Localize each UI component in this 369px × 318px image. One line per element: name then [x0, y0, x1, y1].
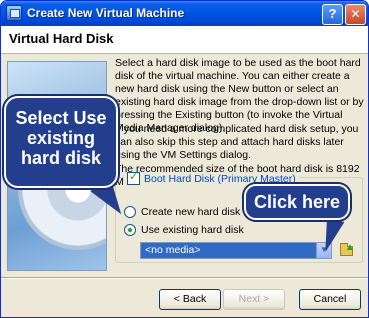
page-header: Virtual Hard Disk [1, 26, 368, 54]
radio-label: Create new hard disk [141, 206, 241, 218]
page-title: Virtual Hard Disk [9, 31, 114, 46]
radio-create-new[interactable]: Create new hard disk [124, 206, 240, 218]
window-title: Create New Virtual Machine [27, 6, 185, 20]
app-icon [6, 5, 22, 21]
next-button[interactable]: Next > [223, 289, 285, 310]
back-button[interactable]: < Back [159, 289, 221, 310]
description-paragraph-2: If you need a more complicated hard disk… [115, 123, 359, 161]
cancel-button[interactable]: Cancel [299, 289, 361, 310]
arrow-up-icon: ▲ [345, 242, 355, 253]
callout-click-here: Click here [244, 184, 350, 220]
existing-disk-button[interactable]: ▲ [338, 242, 356, 259]
help-icon[interactable]: ? [322, 4, 343, 25]
radio-label: Use existing hard disk [141, 224, 244, 236]
footer-divider [1, 277, 368, 279]
media-dropdown[interactable]: <no media> ▼ [140, 242, 332, 259]
close-icon[interactable]: ✕ [345, 4, 366, 25]
boot-disk-checkbox[interactable] [127, 170, 140, 185]
radio-use-existing[interactable]: Use existing hard disk [124, 224, 244, 236]
callout-select-use: Select Use existing hard disk [4, 96, 118, 188]
boot-disk-label: Boot Hard Disk (Primary Master) [144, 172, 296, 185]
media-dropdown-value: <no media> [145, 244, 201, 256]
title-bar: Create New Virtual Machine ? ✕ [1, 1, 368, 26]
radio-button[interactable] [124, 224, 136, 236]
